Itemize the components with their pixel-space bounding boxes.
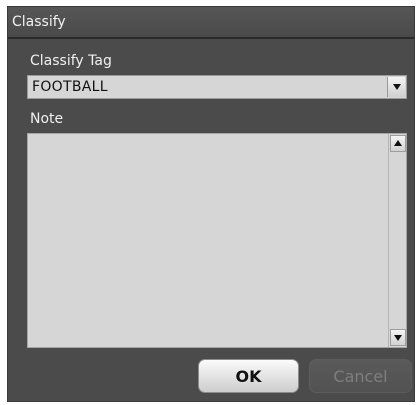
note-field[interactable]: [27, 133, 407, 348]
scroll-up-arrow-icon[interactable]: [390, 135, 406, 152]
classify-tag-select[interactable]: FOOTBALL: [27, 75, 407, 99]
classify-tag-value: FOOTBALL: [32, 79, 108, 95]
note-label: Note: [30, 111, 64, 127]
scroll-down-arrow-icon[interactable]: [390, 329, 406, 346]
note-textarea[interactable]: [28, 134, 388, 347]
cancel-button: Cancel: [309, 359, 412, 393]
classify-tag-label: Classify Tag: [30, 53, 112, 69]
dialog-title: Classify: [12, 14, 66, 30]
dialog-titlebar[interactable]: Classify: [8, 7, 414, 39]
classify-dialog: Classify Classify Tag FOOTBALL Note OK C…: [7, 6, 415, 402]
ok-button[interactable]: OK: [198, 359, 299, 393]
chevron-down-icon[interactable]: [387, 77, 405, 97]
note-scrollbar[interactable]: [388, 134, 406, 347]
